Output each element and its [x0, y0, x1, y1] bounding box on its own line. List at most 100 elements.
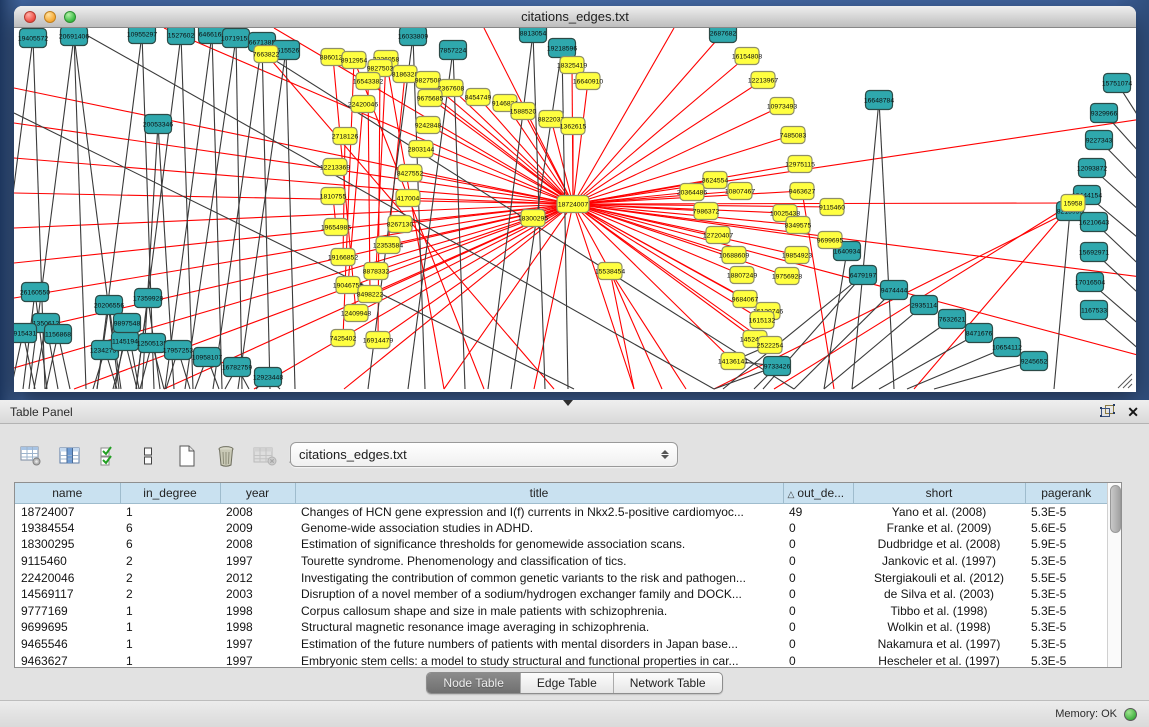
graph-node[interactable]: 7986372 — [693, 203, 720, 220]
scrollbar-thumb[interactable] — [1110, 485, 1121, 533]
graph-node[interactable]: 19166852 — [328, 249, 358, 266]
graph-node[interactable]: 9463627 — [789, 183, 816, 200]
graph-node[interactable]: 9474444 — [881, 281, 908, 300]
tab-edge-table[interactable]: Edge Table — [521, 673, 614, 693]
table-cell[interactable]: 0 — [783, 619, 853, 636]
graph-node[interactable]: 12975115 — [785, 156, 815, 173]
table-cell[interactable]: 1997 — [220, 553, 295, 570]
graph-node[interactable]: 2718126 — [332, 128, 359, 145]
table-cell[interactable]: 1998 — [220, 619, 295, 636]
table-cell[interactable]: Estimation of significance thresholds fo… — [295, 536, 783, 553]
table-cell[interactable]: 9115460 — [15, 553, 120, 570]
table-cell[interactable]: Stergiakouli et al. (2012) — [853, 569, 1025, 586]
graph-node[interactable]: 22420046 — [348, 96, 378, 113]
graph-edge[interactable] — [236, 38, 242, 389]
column-header-year[interactable]: year — [220, 483, 295, 503]
column-header-name[interactable]: name — [15, 483, 120, 503]
graph-node[interactable]: 12923448 — [253, 368, 283, 387]
float-panel-icon[interactable] — [1100, 404, 1115, 420]
graph-node[interactable]: 417004 — [396, 190, 420, 207]
zoom-window-button[interactable] — [64, 11, 76, 23]
graph-edge[interactable] — [573, 81, 588, 204]
table-cell[interactable]: Dudbridge et al. (2008) — [853, 536, 1025, 553]
table-cell[interactable]: 9465546 — [15, 636, 120, 653]
graph-node[interactable]: 9329966 — [1091, 104, 1118, 123]
table-cell[interactable]: 0 — [783, 520, 853, 537]
graph-edge[interactable] — [14, 193, 573, 204]
graph-node[interactable]: 10807467 — [725, 183, 755, 200]
graph-node[interactable]: 16033809 — [398, 28, 428, 46]
graph-node[interactable]: 10719155 — [221, 29, 251, 48]
graph-node[interactable]: 15538454 — [595, 263, 625, 280]
column-header-short[interactable]: short — [853, 483, 1025, 503]
graph-node[interactable]: 10973493 — [767, 98, 797, 115]
table-cell[interactable]: Changes of HCN gene expression and I(f) … — [295, 503, 783, 520]
graph-edge[interactable] — [14, 123, 573, 204]
graph-node[interactable]: 9684067 — [732, 291, 759, 308]
graph-node[interactable]: 7632621 — [939, 310, 966, 329]
graph-node[interactable]: 7425402 — [330, 330, 357, 347]
table-row[interactable]: 946554611997Estimation of the future num… — [15, 636, 1107, 653]
graph-edge[interactable] — [14, 88, 573, 204]
graph-node[interactable]: 19756928 — [772, 268, 802, 285]
graph-node[interactable]: 16648784 — [864, 91, 894, 110]
table-cell[interactable]: 1997 — [220, 636, 295, 653]
row-height-icon[interactable] — [135, 443, 161, 469]
graph-node[interactable]: 10654112 — [992, 338, 1022, 357]
graph-node[interactable]: 8813054 — [520, 28, 547, 43]
table-cell[interactable]: 5.3E-5 — [1025, 553, 1107, 570]
network-canvas[interactable]: 1940557220691406109552971527602646616010… — [14, 28, 1136, 391]
memory-status-label[interactable]: Memory: OK — [1055, 708, 1117, 720]
table-row[interactable]: 969969511998Structural magnetic resonanc… — [15, 619, 1107, 636]
table-cell[interactable]: Genome-wide association studies in ADHD. — [295, 520, 783, 537]
table-cell[interactable]: 0 — [783, 652, 853, 669]
graph-edge[interactable] — [610, 271, 686, 389]
graph-node[interactable]: 18325419 — [557, 57, 587, 74]
table-cell[interactable]: 5.5E-5 — [1025, 569, 1107, 586]
create-column-icon[interactable] — [174, 443, 200, 469]
graph-node[interactable]: 20691406 — [59, 28, 89, 46]
graph-node[interactable]: 18300295 — [518, 210, 548, 227]
graph-edge[interactable] — [238, 50, 286, 389]
table-cell[interactable]: Yano et al. (2008) — [853, 503, 1025, 520]
table-cell[interactable]: 1 — [120, 636, 220, 653]
table-cell[interactable]: 1998 — [220, 603, 295, 620]
window-titlebar[interactable]: citations_edges.txt — [14, 6, 1136, 28]
select-columns-icon[interactable] — [96, 443, 122, 469]
table-cell[interactable]: 18300295 — [15, 536, 120, 553]
graph-node[interactable]: 19854923 — [782, 247, 812, 264]
graph-node[interactable]: 9227343 — [1086, 131, 1113, 150]
graph-node[interactable]: 12213369 — [320, 159, 350, 176]
table-cell[interactable]: 2 — [120, 553, 220, 570]
table-cell[interactable]: 2008 — [220, 503, 295, 520]
graph-node[interactable]: 2522254 — [757, 337, 784, 354]
graph-edge[interactable] — [824, 305, 924, 389]
table-cell[interactable]: 6 — [120, 520, 220, 537]
table-cell[interactable]: 0 — [783, 636, 853, 653]
table-row[interactable]: 946362711997Embryonic stem cells: a mode… — [15, 652, 1107, 669]
table-cell[interactable]: 1 — [120, 652, 220, 669]
graph-node[interactable]: 8349575 — [785, 217, 812, 234]
graph-edge[interactable] — [165, 34, 212, 389]
close-window-button[interactable] — [24, 11, 36, 23]
column-header-in_degree[interactable]: in_degree — [120, 483, 220, 503]
graph-node[interactable]: 19405572 — [18, 29, 48, 48]
graph-node[interactable]: 18724007 — [557, 196, 589, 213]
splitter-handle-icon[interactable] — [563, 400, 573, 406]
table-cell[interactable]: 2 — [120, 586, 220, 603]
graph-node[interactable]: 16914479 — [363, 332, 393, 349]
graph-node[interactable]: 9897548 — [114, 314, 141, 333]
table-cell[interactable]: Wolkin et al. (1998) — [853, 619, 1025, 636]
graph-node[interactable]: 16640910 — [573, 73, 603, 90]
table-row[interactable]: 1830029562008Estimation of significance … — [15, 536, 1107, 553]
column-header-pagerank[interactable]: pagerank — [1025, 483, 1107, 503]
graph-edge[interactable] — [914, 203, 1073, 389]
show-column-icon[interactable] — [57, 443, 83, 469]
graph-node[interactable]: 1588520 — [510, 103, 537, 120]
graph-node[interactable]: 10955297 — [127, 28, 157, 44]
graph-node[interactable]: 1145194 — [112, 332, 139, 351]
resize-grip[interactable] — [1118, 374, 1132, 388]
graph-node[interactable]: 17957253 — [163, 341, 193, 360]
graph-edge[interactable] — [262, 42, 270, 389]
graph-edge[interactable] — [74, 36, 86, 389]
